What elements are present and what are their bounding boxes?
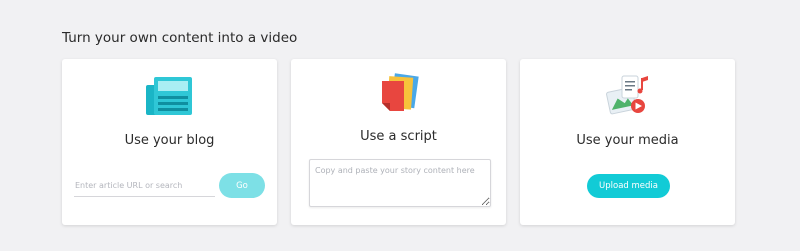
article-url-input[interactable] (74, 174, 215, 197)
script-pages-icon (381, 73, 419, 111)
use-blog-card: Use your blog Go (62, 59, 277, 225)
use-script-label: Use a script (360, 129, 437, 144)
use-blog-label: Use your blog (124, 133, 215, 148)
newspaper-icon (145, 77, 192, 115)
go-button[interactable]: Go (219, 173, 265, 198)
media-collage-icon (605, 75, 648, 115)
upload-media-button[interactable]: Upload media (587, 174, 670, 198)
use-media-card: Use your media Upload media (520, 59, 735, 225)
section-title: Turn your own content into a video (62, 30, 298, 46)
use-script-card: Use a script (291, 59, 506, 225)
use-media-label: Use your media (576, 133, 679, 148)
script-content-textarea[interactable] (309, 159, 491, 207)
